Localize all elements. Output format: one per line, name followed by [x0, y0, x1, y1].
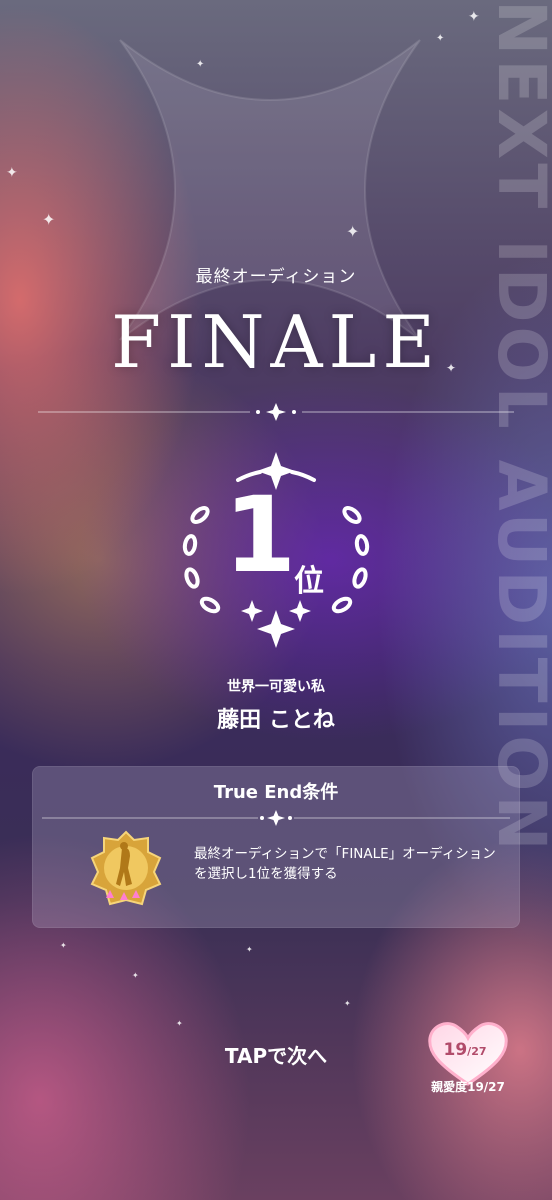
sparkle-icon: ✦ — [132, 971, 139, 980]
sparkle-icon: ✦ — [6, 165, 18, 181]
rank-suffix: 位 — [294, 564, 324, 599]
finale-title: FINALE — [111, 300, 441, 384]
true-end-condition: 最終オーディションで「FINALE」オーディションを選択し1位を獲得する — [194, 846, 496, 882]
affinity-max: /27 — [467, 1045, 487, 1058]
audition-subtitle: 最終オーディション — [195, 267, 357, 287]
affinity-current: 19 — [443, 1040, 468, 1060]
true-end-title: True End条件 — [213, 782, 339, 803]
sparkle-icon: ✦ — [436, 33, 445, 44]
true-end-panel: True End条件 最終オーディションで「FINALE」オーディションを選択し… — [32, 766, 520, 928]
title-divider — [38, 403, 514, 421]
idol-name: 藤田 ことね — [217, 708, 335, 733]
affinity-meter: 19/27 親愛度19/27 — [418, 1018, 518, 1100]
sparkle-icon: ✦ — [196, 59, 205, 70]
sparkle-icon: ✦ — [246, 945, 253, 954]
affinity-count: 19/27 — [430, 1040, 500, 1060]
rank-number: 1 — [223, 474, 297, 596]
sparkle-icon: ✦ — [42, 210, 56, 229]
sparkle-icon: ✦ — [176, 1019, 183, 1028]
sparkle-icon: ✦ — [344, 999, 351, 1008]
gold-trophy-badge-icon — [90, 830, 162, 906]
idol-epithet: 世界一可愛い私 — [227, 679, 325, 695]
sparkle-icon: ✦ — [60, 941, 67, 950]
panel-divider — [42, 810, 510, 826]
sparkle-icon: ✦ — [346, 222, 360, 241]
sparkle-icon: ✦ — [468, 9, 480, 25]
affinity-label: 親愛度19/27 — [431, 1080, 505, 1094]
